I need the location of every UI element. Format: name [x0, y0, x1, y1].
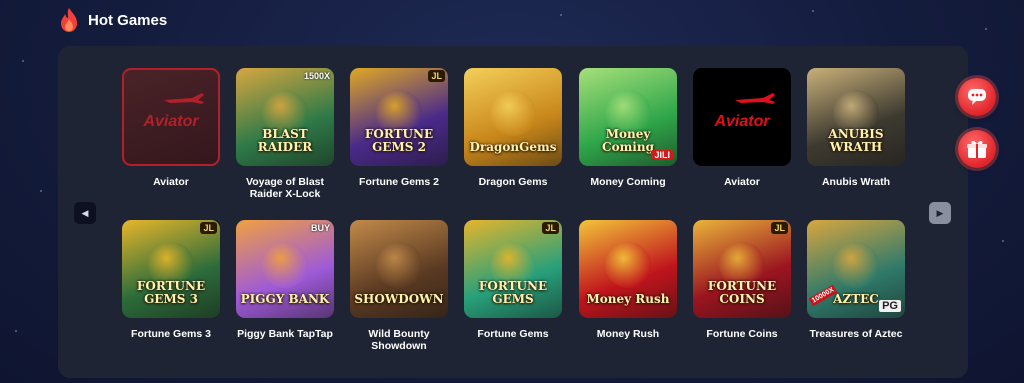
- game-thumbnail[interactable]: DragonGems: [464, 68, 562, 166]
- game-thumbnail[interactable]: Money Coming JILI: [579, 68, 677, 166]
- game-title[interactable]: Dragon Gems: [458, 176, 568, 188]
- game-title[interactable]: Money Rush: [573, 328, 683, 340]
- game-thumbnail[interactable]: FORTUNE GEMS 3 JL: [122, 220, 220, 318]
- game-thumbnail[interactable]: BLAST RAIDER 1500X: [236, 68, 334, 166]
- game-card[interactable]: ANUBIS WRATH Anubis Wrath: [806, 68, 906, 188]
- gift-icon: [967, 140, 987, 158]
- provider-tag: JILI: [651, 150, 673, 160]
- game-card[interactable]: PIGGY BANK BUY Piggy Bank TapTap: [235, 220, 335, 340]
- game-title[interactable]: Aviator: [687, 176, 797, 188]
- game-card[interactable]: FORTUNE GEMS 2 JL Fortune Gems 2: [349, 68, 449, 188]
- game-logo-text: BLAST RAIDER: [257, 127, 313, 154]
- game-title[interactable]: Voyage of Blast Raider X-Lock: [230, 176, 340, 200]
- games-carousel: ◀ ▶ Aviator Aviator BLAST RAIDER 1500X Voyag…: [58, 46, 968, 378]
- game-thumbnail[interactable]: SHOWDOWN: [350, 220, 448, 318]
- game-title[interactable]: Anubis Wrath: [801, 176, 911, 188]
- section-header: Hot Games: [58, 6, 167, 34]
- support-chat-button[interactable]: [958, 78, 996, 116]
- game-thumbnail[interactable]: PIGGY BANK BUY: [236, 220, 334, 318]
- game-logo-text: ANUBIS WRATH: [828, 127, 884, 154]
- game-thumbnail[interactable]: ANUBIS WRATH: [807, 68, 905, 166]
- game-logo-text: FORTUNE GEMS: [478, 279, 548, 306]
- game-card[interactable]: DragonGems Dragon Gems: [463, 68, 563, 188]
- game-title[interactable]: Money Coming: [573, 176, 683, 188]
- game-card[interactable]: Money Coming JILI Money Coming: [578, 68, 678, 188]
- game-logo-text: Aviator: [714, 113, 770, 130]
- game-logo-text: FORTUNE GEMS 3: [136, 279, 206, 306]
- game-artwork: [490, 90, 536, 137]
- provider-badge: JL: [771, 222, 788, 234]
- background-star: [22, 60, 24, 62]
- game-card[interactable]: FORTUNE COINS JL Fortune Coins: [692, 220, 792, 340]
- promotions-button[interactable]: [958, 130, 996, 168]
- provider-tag: PG: [879, 300, 901, 312]
- game-card[interactable]: FORTUNE GEMS 3 JL Fortune Gems 3: [121, 220, 221, 340]
- game-title[interactable]: Wild Bounty Showdown: [344, 328, 454, 352]
- airplane-icon: [164, 93, 204, 104]
- chat-icon: [968, 89, 986, 105]
- game-logo-text: DragonGems: [469, 140, 557, 154]
- background-star: [1002, 240, 1004, 242]
- multiplier-badge: BUY: [310, 223, 330, 233]
- game-title[interactable]: Piggy Bank TapTap: [230, 328, 340, 340]
- game-title[interactable]: Fortune Coins: [687, 328, 797, 340]
- multiplier-badge: 1500X: [303, 71, 330, 81]
- game-thumbnail[interactable]: FORTUNE COINS JL: [693, 220, 791, 318]
- game-card[interactable]: Money Rush Money Rush: [578, 220, 678, 340]
- game-artwork: [833, 242, 879, 289]
- game-title[interactable]: Fortune Gems: [458, 328, 568, 340]
- game-logo-text: FORTUNE GEMS 2: [364, 127, 434, 154]
- game-title[interactable]: Fortune Gems 2: [344, 176, 454, 188]
- chevron-right-icon: ▶: [936, 207, 944, 218]
- game-logo-text: FORTUNE COINS: [707, 279, 777, 306]
- provider-badge: JL: [428, 70, 445, 82]
- game-card[interactable]: Aviator Aviator: [121, 68, 221, 188]
- game-thumbnail[interactable]: AZTEC PG 10000X: [807, 220, 905, 318]
- game-artwork: [376, 242, 422, 289]
- game-logo-text: PIGGY BANK: [240, 292, 330, 306]
- provider-badge: JL: [542, 222, 559, 234]
- game-card[interactable]: AZTEC PG 10000X Treasures of Aztec: [806, 220, 906, 340]
- game-title[interactable]: Aviator: [116, 176, 226, 188]
- background-star: [812, 10, 814, 12]
- background-star: [560, 14, 562, 16]
- background-star: [40, 190, 42, 192]
- game-thumbnail[interactable]: Aviator: [693, 68, 791, 166]
- game-artwork: [605, 242, 651, 289]
- game-title[interactable]: Fortune Gems 3: [116, 328, 226, 340]
- game-logo-text: Aviator: [143, 113, 199, 130]
- provider-badge: JL: [200, 222, 217, 234]
- chevron-left-icon: ◀: [81, 207, 89, 218]
- game-card[interactable]: FORTUNE GEMS JL Fortune Gems: [463, 220, 563, 340]
- game-thumbnail[interactable]: FORTUNE GEMS JL: [464, 220, 562, 318]
- game-logo-text: SHOWDOWN: [354, 292, 444, 306]
- game-thumbnail[interactable]: FORTUNE GEMS 2 JL: [350, 68, 448, 166]
- game-card[interactable]: SHOWDOWN Wild Bounty Showdown: [349, 220, 449, 352]
- game-thumbnail[interactable]: Money Rush: [579, 220, 677, 318]
- game-card[interactable]: Aviator Aviator: [692, 68, 792, 188]
- game-thumbnail[interactable]: Aviator: [122, 68, 220, 166]
- airplane-icon: [735, 93, 775, 104]
- game-title[interactable]: Treasures of Aztec: [801, 328, 911, 340]
- game-logo-text: Money Rush: [586, 292, 670, 306]
- section-title: Hot Games: [88, 11, 168, 29]
- flame-icon: [61, 8, 77, 32]
- game-artwork: [262, 242, 308, 289]
- carousel-next-button[interactable]: ▶: [929, 202, 951, 224]
- background-star: [985, 28, 987, 30]
- carousel-prev-button[interactable]: ◀: [74, 202, 96, 224]
- background-star: [15, 330, 17, 332]
- game-card[interactable]: BLAST RAIDER 1500X Voyage of Blast Raider …: [235, 68, 335, 200]
